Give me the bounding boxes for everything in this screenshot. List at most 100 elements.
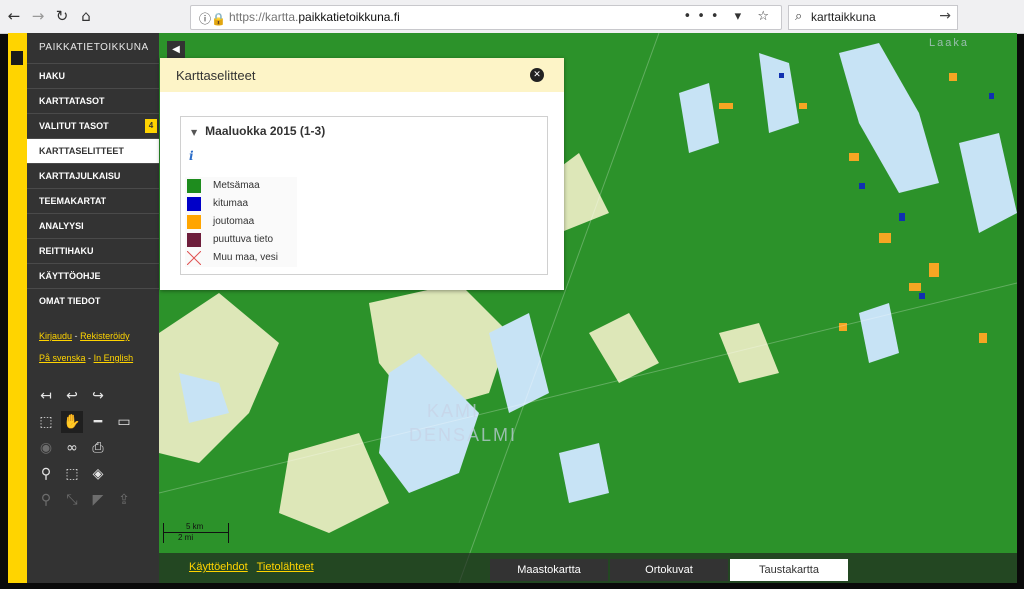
info-icon[interactable]: i bbox=[189, 149, 194, 163]
legend-panel: Karttaselitteet ✕ ▼ Maaluokka 2015 (1-3) … bbox=[160, 58, 564, 290]
search-input[interactable] bbox=[811, 8, 927, 25]
sidebar-item-label: REITTIHAKU bbox=[39, 246, 94, 256]
search-go-icon[interactable]: → bbox=[939, 8, 951, 24]
measure-line-icon[interactable]: ━ bbox=[87, 411, 109, 433]
zoom-box-icon[interactable]: ⬚ bbox=[35, 411, 57, 433]
sidebar-item-label: KARTTASELITTEET bbox=[39, 146, 124, 156]
legend-layer-header[interactable]: ▼ Maaluokka 2015 (1-3) bbox=[191, 124, 325, 138]
legend-item: puuttuva tieto bbox=[185, 231, 297, 249]
screen-frame: ← → ↻ ⌂ ⓘ🔒 https://kartta.paikkatietoikk… bbox=[0, 0, 1024, 589]
terms-link[interactable]: Käyttöehdot bbox=[189, 561, 248, 573]
swedish-link[interactable]: På svenska bbox=[39, 353, 86, 363]
page-actions-icon[interactable]: ••• ▾ ☆ bbox=[684, 9, 775, 24]
home-icon[interactable]: ⌂ bbox=[76, 6, 96, 26]
select-area-icon[interactable]: ⬚ bbox=[61, 463, 83, 485]
search-icon: ⌕ bbox=[795, 9, 803, 24]
legend-item: Muu maa, vesi bbox=[185, 249, 297, 267]
sidebar-item-haku[interactable]: HAKU bbox=[27, 63, 159, 88]
yellow-side-rail bbox=[8, 33, 27, 583]
camera-icon[interactable]: ◉ bbox=[35, 437, 57, 459]
app-logo-icon[interactable] bbox=[11, 51, 23, 65]
sidebar-item-kayttoohje[interactable]: KÄYTTÖOHJE bbox=[27, 263, 159, 288]
sidebar-item-label: KÄYTTÖOHJE bbox=[39, 271, 101, 281]
legend-label: Muu maa, vesi bbox=[213, 252, 279, 263]
sources-link[interactable]: Tietolähteet bbox=[257, 561, 314, 573]
layer-name: Maaluokka 2015 (1-3) bbox=[205, 124, 326, 138]
sidebar-item-label: HAKU bbox=[39, 71, 65, 81]
tab-taustakartta[interactable]: Taustakartta bbox=[730, 559, 848, 581]
reset-view-icon[interactable]: ↤ bbox=[35, 385, 57, 407]
login-link[interactable]: Kirjaudu bbox=[39, 331, 72, 341]
legend-swatch bbox=[187, 233, 201, 247]
chevron-down-icon[interactable]: ▼ bbox=[191, 128, 197, 137]
bottom-bar: Käyttöehdot Tietolähteet Maastokartta Or… bbox=[159, 553, 1017, 583]
scale-mi: 2 mi bbox=[178, 533, 194, 542]
account-links: Kirjaudu - Rekisteröidy På svenska - In … bbox=[27, 325, 159, 369]
collapse-panel-icon[interactable]: ◀ bbox=[167, 41, 185, 59]
tab-ortokuvat[interactable]: Ortokuvat bbox=[610, 559, 728, 581]
forward-icon[interactable]: → bbox=[28, 6, 48, 26]
sidebar-item-karttajulkaisu[interactable]: KARTTAJULKAISU bbox=[27, 163, 159, 188]
pan-hand-icon[interactable]: ✋ bbox=[61, 411, 83, 433]
sidebar-item-label: VALITUT TASOT bbox=[39, 121, 109, 131]
place-label: Laaka bbox=[929, 37, 969, 49]
place-label: DENSALMI bbox=[409, 425, 518, 445]
sidebar-item-label: ANALYYSI bbox=[39, 221, 84, 231]
add-area-icon[interactable]: ◤ bbox=[87, 489, 109, 511]
legend-swatch bbox=[187, 215, 201, 229]
count-badge: 4 bbox=[145, 119, 157, 133]
legend-item: kitumaa bbox=[185, 195, 297, 213]
footer-links: Käyttöehdot Tietolähteet bbox=[189, 561, 320, 573]
add-point-icon[interactable]: ⚲ bbox=[35, 489, 57, 511]
link-separator: - bbox=[74, 331, 78, 341]
legend-layer-box: ▼ Maaluokka 2015 (1-3) i Metsämaa kitumaa… bbox=[180, 116, 548, 275]
legend-label: joutomaa bbox=[213, 216, 255, 227]
broadcast-icon[interactable]: ◈ bbox=[87, 463, 109, 485]
add-line-icon[interactable]: ⤡ bbox=[61, 489, 83, 511]
lock-icon: ⓘ🔒 bbox=[199, 12, 226, 26]
measure-area-icon[interactable]: ▭ bbox=[113, 411, 135, 433]
register-link[interactable]: Rekisteröidy bbox=[80, 331, 130, 341]
back-icon[interactable]: ← bbox=[4, 6, 24, 26]
legend-item: joutomaa bbox=[185, 213, 297, 231]
print-icon[interactable]: ⎙ bbox=[87, 437, 109, 459]
legend-label: kitumaa bbox=[213, 198, 249, 209]
legend-item: Metsämaa bbox=[185, 177, 297, 195]
place-label: KAMI bbox=[427, 401, 480, 421]
panel-title: Karttaselitteet bbox=[176, 68, 256, 83]
sidebar: PAIKKATIETOIKKUNA HAKU KARTTATASOT VALIT… bbox=[27, 33, 159, 583]
link-separator: - bbox=[88, 353, 92, 363]
search-bar[interactable]: ⌕ → bbox=[788, 5, 958, 30]
sidebar-item-analyysi[interactable]: ANALYYSI bbox=[27, 213, 159, 238]
legend-list: Metsämaa kitumaa joutomaa puuttuva tieto bbox=[185, 177, 297, 267]
sidebar-item-reittihaku[interactable]: REITTIHAKU bbox=[27, 238, 159, 263]
undo-icon[interactable]: ↩ bbox=[61, 385, 83, 407]
close-icon[interactable]: ✕ bbox=[530, 68, 544, 82]
legend-swatch bbox=[187, 179, 201, 193]
sidebar-item-label: OMAT TIEDOT bbox=[39, 296, 101, 306]
sidebar-item-label: KARTTATASOT bbox=[39, 96, 105, 106]
sidebar-item-teemakartat[interactable]: TEEMAKARTAT bbox=[27, 188, 159, 213]
legend-swatch bbox=[187, 197, 201, 211]
import-icon[interactable]: ⇪ bbox=[113, 489, 135, 511]
cross-swatch-icon bbox=[187, 251, 201, 265]
url-text: https://kartta.paikkatietoikkuna.fi bbox=[229, 10, 400, 24]
reload-icon[interactable]: ↻ bbox=[52, 6, 72, 26]
english-link[interactable]: In English bbox=[94, 353, 134, 363]
sidebar-item-karttaselitteet[interactable]: KARTTASELITTEET bbox=[27, 138, 159, 163]
app-window: PAIKKATIETOIKKUNA HAKU KARTTATASOT VALIT… bbox=[8, 33, 1017, 583]
tab-maastokartta[interactable]: Maastokartta bbox=[490, 559, 608, 581]
sidebar-item-karttatasot[interactable]: KARTTATASOT bbox=[27, 88, 159, 113]
legend-label: Metsämaa bbox=[213, 180, 260, 191]
link-icon[interactable]: ∞ bbox=[61, 437, 83, 459]
redo-icon[interactable]: ↪ bbox=[87, 385, 109, 407]
sidebar-item-label: KARTTAJULKAISU bbox=[39, 171, 121, 181]
sidebar-item-omat-tiedot[interactable]: OMAT TIEDOT bbox=[27, 288, 159, 313]
browser-toolbar: ← → ↻ ⌂ ⓘ🔒 https://kartta.paikkatietoikk… bbox=[0, 0, 1024, 34]
url-bar[interactable]: ⓘ🔒 https://kartta.paikkatietoikkuna.fi •… bbox=[190, 5, 782, 30]
sidebar-item-label: TEEMAKARTAT bbox=[39, 196, 107, 206]
sidebar-item-valitut-tasot[interactable]: VALITUT TASOT 4 bbox=[27, 113, 159, 138]
legend-panel-header: Karttaselitteet ✕ bbox=[160, 58, 564, 92]
marker-icon[interactable]: ⚲ bbox=[35, 463, 57, 485]
brand-title: PAIKKATIETOIKKUNA bbox=[39, 42, 149, 53]
